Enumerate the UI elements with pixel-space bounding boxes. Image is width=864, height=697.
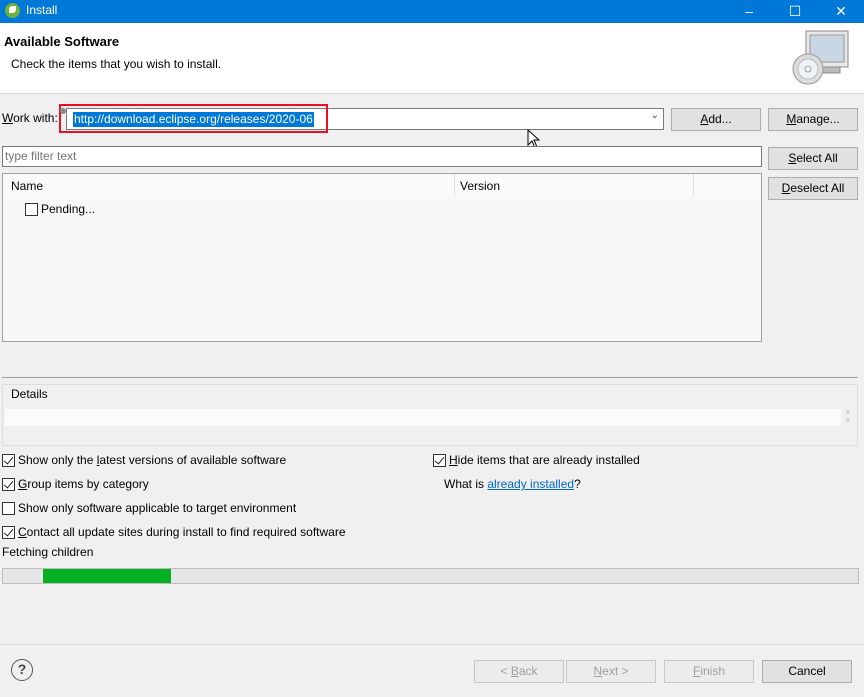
already-installed-link[interactable]: already installed <box>487 477 574 491</box>
deselect-all-button[interactable]: Deselect All <box>768 177 858 200</box>
title-bar: Install – ☐ ✕ <box>0 0 864 23</box>
column-divider <box>454 174 455 196</box>
latest-label: Show only the latest versions of availab… <box>18 453 287 467</box>
separator <box>2 377 858 378</box>
minimize-button[interactable]: – <box>726 0 772 23</box>
window-title: Install <box>26 3 58 17</box>
table-row[interactable]: Pending... <box>25 201 95 217</box>
latest-checkbox[interactable] <box>2 454 15 468</box>
row-name: Pending... <box>41 202 96 216</box>
option-target[interactable]: Show only software applicable to target … <box>2 500 296 516</box>
group-label: Group items by category <box>18 477 149 491</box>
help-icon[interactable]: ? <box>11 659 33 681</box>
maximize-button[interactable]: ☐ <box>772 0 818 23</box>
progress-fill <box>43 569 171 583</box>
cancel-button[interactable]: Cancel <box>762 660 852 683</box>
spring-app-icon <box>5 3 20 18</box>
column-divider <box>693 174 694 196</box>
hide-checkbox[interactable] <box>433 454 446 468</box>
details-text <box>5 409 841 426</box>
group-checkbox[interactable] <box>2 478 15 492</box>
next-button[interactable]: Next > <box>566 660 656 683</box>
contact-checkbox[interactable] <box>2 526 15 540</box>
option-hide[interactable]: Hide items that are already installed <box>433 452 640 468</box>
table-header: Name Version <box>3 174 761 196</box>
page-title: Available Software <box>4 34 120 49</box>
option-latest[interactable]: Show only the latest versions of availab… <box>2 452 286 468</box>
target-label: Show only software applicable to target … <box>18 501 297 515</box>
finish-button[interactable]: Finish <box>664 660 754 683</box>
row-checkbox[interactable] <box>25 203 38 217</box>
target-checkbox[interactable] <box>2 502 15 516</box>
option-group[interactable]: Group items by category <box>2 476 149 492</box>
option-contact[interactable]: Contact all update sites during install … <box>2 524 346 540</box>
hide-label: Hide items that are already installed <box>449 453 640 467</box>
footer-separator <box>0 644 864 645</box>
column-version[interactable]: Version <box>460 179 500 193</box>
add-button[interactable]: Add... <box>671 108 761 131</box>
installed-text: What is already installed? <box>444 477 581 491</box>
progress-bar <box>2 568 859 584</box>
column-name[interactable]: Name <box>11 179 43 193</box>
install-banner-icon <box>792 30 849 85</box>
status-text: Fetching children <box>2 545 94 559</box>
contact-label: Contact all update sites during install … <box>18 525 346 539</box>
close-button[interactable]: ✕ <box>818 0 864 23</box>
details-scrollbar[interactable]: ˄ ˅ <box>842 409 854 426</box>
highlight-box <box>59 104 328 133</box>
manage-button[interactable]: Manage... <box>768 108 858 131</box>
work-with-label: Work with: <box>2 111 58 125</box>
decoration-dot <box>60 108 66 114</box>
back-button[interactable]: < Back <box>474 660 564 683</box>
software-table[interactable]: Name Version Pending... <box>2 173 762 342</box>
filter-input[interactable] <box>5 148 745 164</box>
details-label: Details <box>10 387 49 401</box>
chevron-down-icon[interactable]: ⌄ <box>651 110 659 121</box>
select-all-button[interactable]: Select All <box>768 147 858 170</box>
filter-field[interactable] <box>2 146 762 167</box>
dialog-header: Available Software Check the items that … <box>0 23 864 94</box>
page-subtitle: Check the items that you wish to install… <box>11 57 222 71</box>
